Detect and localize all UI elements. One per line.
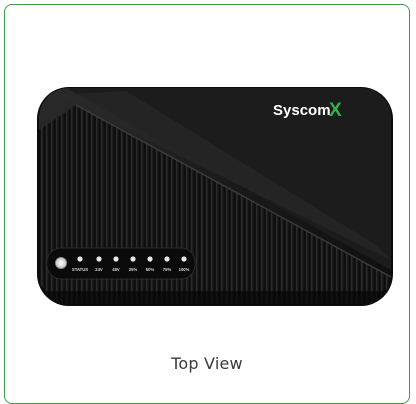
led-24v-icon [96, 256, 102, 262]
led-label-48v: 48V [112, 267, 120, 272]
led-100-icon [181, 256, 187, 262]
product-card: STATUS 24V 48V 25% 50% 75% 100% Syscom X… [4, 4, 410, 404]
brand-text: Syscom [273, 102, 331, 119]
led-label-24v: 24V [95, 267, 103, 272]
led-label-status: STATUS [72, 267, 88, 272]
led-25-icon [130, 256, 136, 262]
led-status-icon [77, 256, 83, 262]
led-strip [46, 247, 196, 280]
brand-mark: X [329, 100, 342, 121]
device-image: STATUS 24V 48V 25% 50% 75% 100% Syscom X [36, 85, 394, 307]
led-75-icon [164, 256, 170, 262]
led-label-50: 50% [146, 267, 155, 272]
led-label-75: 75% [163, 267, 172, 272]
led-label-100: 100% [179, 267, 190, 272]
power-button-center-icon [58, 260, 64, 266]
led-label-25: 25% [129, 267, 138, 272]
led-48v-icon [113, 256, 119, 262]
device-illustration: STATUS 24V 48V 25% 50% 75% 100% Syscom X [37, 87, 393, 306]
view-caption: Top View [171, 354, 243, 373]
led-50-icon [147, 256, 153, 262]
brand-logo: Syscom X [273, 100, 342, 121]
